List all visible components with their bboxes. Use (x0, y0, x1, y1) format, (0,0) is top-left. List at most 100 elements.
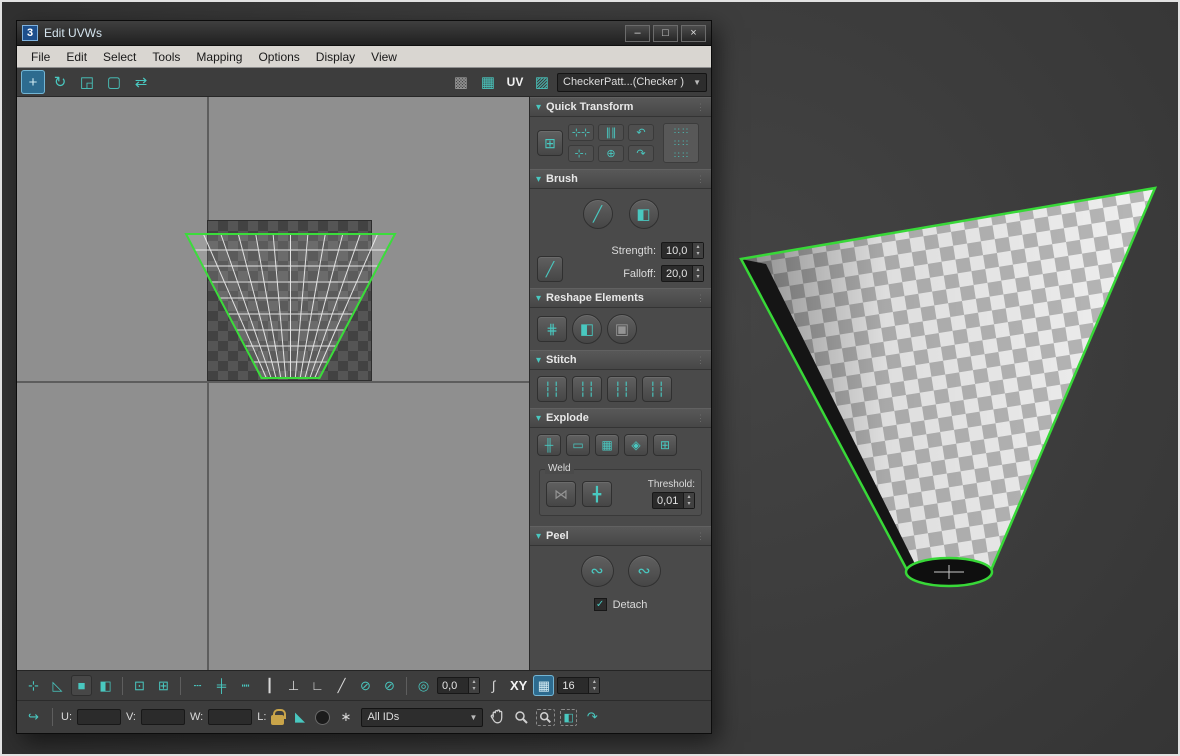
uv-canvas[interactable] (17, 97, 530, 670)
titlebar[interactable]: 3 Edit UVWs – □ × (17, 21, 711, 46)
menu-view[interactable]: View (363, 48, 405, 66)
zoom-region-icon[interactable] (536, 709, 555, 726)
align-vertical-button[interactable]: ⊹· (568, 145, 594, 162)
menu-display[interactable]: Display (308, 48, 363, 66)
w-input[interactable] (208, 709, 252, 725)
edge-grow-button[interactable]: ┉ (235, 675, 256, 696)
close-button[interactable]: × (681, 25, 706, 42)
mini-icon[interactable]: ∷ ∷ (674, 126, 688, 136)
uv-space-button[interactable]: UV (503, 70, 527, 94)
curve-mode-icon[interactable]: ∫ (483, 675, 504, 696)
rollout-quick-transform[interactable]: ▾ Quick Transform ⋮ (530, 97, 711, 117)
menu-select[interactable]: Select (95, 48, 144, 66)
uv-shape[interactable] (17, 97, 530, 670)
spinner-arrows[interactable]: ▴ ▾ (468, 678, 479, 693)
checker-tiling-button[interactable]: ▨ (530, 70, 554, 94)
texture-dropdown[interactable]: CheckerPatt...(Checker ) ▼ (557, 73, 707, 92)
show-grid-button[interactable]: ▩ (449, 70, 473, 94)
mirror-tool-button[interactable]: ⇄ (129, 70, 153, 94)
maximize-button[interactable]: □ (653, 25, 678, 42)
stitch-custom-button[interactable]: ┆┆ (537, 376, 567, 402)
relax-button[interactable]: ▣ (607, 314, 637, 344)
strength-spinner[interactable]: 10,0 ▴ ▾ (661, 242, 704, 259)
rollout-stitch[interactable]: ▾ Stitch ⋮ (530, 350, 711, 370)
flatten-by-angle-button[interactable]: ◈ (624, 434, 648, 456)
grid-size-value[interactable]: 16 (558, 680, 588, 692)
u-input[interactable] (77, 709, 121, 725)
cone-mesh[interactable] (702, 2, 1180, 756)
freeze-snowflake-icon[interactable]: ∗ (335, 707, 356, 728)
relax-until-flat-button[interactable]: ◧ (572, 314, 602, 344)
stitch-target-button[interactable]: ┆┆ (642, 376, 672, 402)
space-vertical-button[interactable]: ∥∥ (598, 124, 624, 141)
spin-up-icon[interactable]: ▴ (684, 494, 694, 501)
edge-loop-button[interactable]: ┄ (187, 675, 208, 696)
spin-up-icon[interactable]: ▴ (469, 679, 479, 686)
align-tool-button[interactable]: ⊞ (537, 130, 563, 156)
strength-value[interactable]: 10,0 (662, 245, 692, 257)
center-pivot-button[interactable]: ⊕ (598, 145, 624, 162)
rotate-ccw-button[interactable]: ↶ (628, 124, 654, 141)
falloff-spinner[interactable]: 20,0 ▴ ▾ (661, 265, 704, 282)
mini-icon[interactable]: ∷ ∷ (674, 150, 688, 160)
straighten-selection-button[interactable]: ⋕ (537, 316, 567, 342)
scale-tool-button[interactable]: ◲ (75, 70, 99, 94)
relax-brush-button[interactable]: ◧ (629, 199, 659, 229)
spin-up-icon[interactable]: ▴ (693, 244, 703, 251)
threshold-spinner[interactable]: 0,01 ▴ ▾ (652, 492, 695, 509)
id-filter-dropdown[interactable]: All IDs ▼ (361, 708, 483, 727)
uvw-pipe-icon[interactable]: ↪ (23, 707, 44, 728)
snap-grid-button[interactable]: ⊡ (129, 675, 150, 696)
freeform-tool-button[interactable]: ▢ (102, 70, 126, 94)
grid-size-spinner[interactable]: 16 ▴ ▾ (557, 677, 600, 694)
menu-edit[interactable]: Edit (58, 48, 95, 66)
draw-edge-button[interactable]: ╱ (331, 675, 352, 696)
rotate-tool-button[interactable]: ↻ (48, 70, 72, 94)
spinner-arrows[interactable]: ▴ ▾ (692, 266, 703, 281)
snap-pixel-button[interactable]: ⊞ (153, 675, 174, 696)
mini-icon[interactable]: ∷ ∷ (674, 138, 688, 148)
falloff-value[interactable]: 20,0 (662, 268, 692, 280)
reset-view-icon[interactable]: ↷ (582, 707, 603, 728)
edge-ring-button[interactable]: ╪ (211, 675, 232, 696)
spin-down-icon[interactable]: ▾ (693, 251, 703, 258)
spinner-arrows[interactable]: ▴ ▾ (588, 678, 599, 693)
color-swatch[interactable] (315, 710, 330, 725)
quick-transform-extra-panel[interactable]: ∷ ∷ ∷ ∷ ∷ ∷ (663, 123, 699, 163)
menu-file[interactable]: File (23, 48, 58, 66)
zoom-icon[interactable] (512, 710, 531, 725)
rollout-brush[interactable]: ▾ Brush ⋮ (530, 169, 711, 189)
paint-wedge-icon[interactable]: ◣ (289, 707, 310, 728)
lock-icon[interactable] (271, 715, 284, 725)
move-tool-button[interactable]: + (21, 70, 45, 94)
weld-selected-button[interactable]: ⋈ (546, 481, 576, 507)
rollout-peel[interactable]: ▾ Peel ⋮ (530, 526, 711, 546)
rotate-angle-spinner[interactable]: 0,0 ▴ ▾ (437, 677, 480, 694)
align-bar-button[interactable]: ┃ (259, 675, 280, 696)
pan-hand-icon[interactable] (488, 709, 507, 726)
threshold-value[interactable]: 0,01 (653, 495, 683, 507)
circle-constraint-button[interactable]: ⊘ (355, 675, 376, 696)
soft-selection-icon[interactable]: ⊹ (23, 675, 44, 696)
flatten-by-group-button[interactable]: ▦ (595, 434, 619, 456)
minimize-button[interactable]: – (625, 25, 650, 42)
rotate-angle-value[interactable]: 0,0 (438, 680, 468, 692)
show-map-button[interactable]: ▦ (476, 70, 500, 94)
menu-options[interactable]: Options (250, 48, 307, 66)
align-bottom-button[interactable]: ⊥ (283, 675, 304, 696)
explode-by-ids-button[interactable]: ⊞ (653, 434, 677, 456)
spin-up-icon[interactable]: ▴ (693, 267, 703, 274)
spin-down-icon[interactable]: ▾ (693, 274, 703, 281)
align-corner-button[interactable]: ∟ (307, 675, 328, 696)
align-horizontal-button[interactable]: ⊹⊹ (568, 124, 594, 141)
menu-mapping[interactable]: Mapping (188, 48, 250, 66)
target-weld-button[interactable]: ╋ (582, 481, 612, 507)
v-input[interactable] (141, 709, 185, 725)
peel-mode-button[interactable]: ∾ (581, 555, 614, 587)
spinner-arrows[interactable]: ▴ ▾ (692, 243, 703, 258)
brush-falloff-button[interactable]: ╱ (537, 256, 563, 282)
paint-select-button[interactable]: ■ (71, 675, 92, 696)
spin-down-icon[interactable]: ▾ (684, 501, 694, 508)
circle-constraint2-button[interactable]: ⊘ (379, 675, 400, 696)
zoom-to-selection-icon[interactable]: ◧ (560, 709, 576, 726)
